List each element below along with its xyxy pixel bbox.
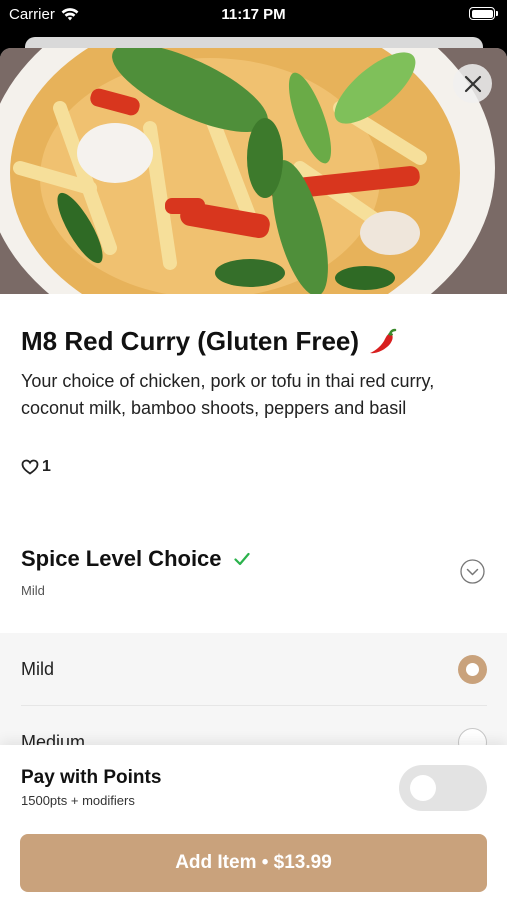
clock: 11:17 PM [221,6,286,23]
points-subtitle: 1500pts + modifiers [21,793,135,808]
option-row-mild[interactable]: Mild [0,633,507,706]
toggle-knob [410,775,436,801]
item-description: Your choice of chicken, pork or tofu in … [21,371,435,418]
radio-selected[interactable] [458,655,487,684]
add-item-button[interactable]: Add Item • $13.99 [20,834,487,892]
close-button[interactable] [453,64,492,103]
item-title: M8 Red Curry (Gluten Free) [21,326,397,357]
chili-pepper-icon [370,328,397,353]
checkout-panel: Pay with Points 1500pts + modifiers Add … [0,745,507,900]
like-button[interactable]: 1 [21,458,51,476]
pay-with-points-toggle[interactable] [399,765,487,811]
heart-icon [21,459,39,475]
option-label: Mild [21,659,55,679]
chevron-down-circle-icon[interactable] [460,559,485,584]
selected-choice: Mild [21,583,45,598]
item-photo [0,48,507,294]
points-title: Pay with Points [21,767,162,788]
like-count: 1 [42,458,51,475]
close-icon [464,75,481,92]
battery-icon [469,7,498,20]
item-detail-sheet: M8 Red Curry (Gluten Free) Your choice o… [0,48,507,900]
status-bar: Carrier 11:17 PM [0,0,507,30]
section-title: Spice Level Choice [21,546,222,571]
checkmark-icon [233,552,250,566]
spice-section-header[interactable]: Spice Level Choice [21,546,250,572]
item-title-text: M8 Red Curry (Gluten Free) [21,326,360,356]
